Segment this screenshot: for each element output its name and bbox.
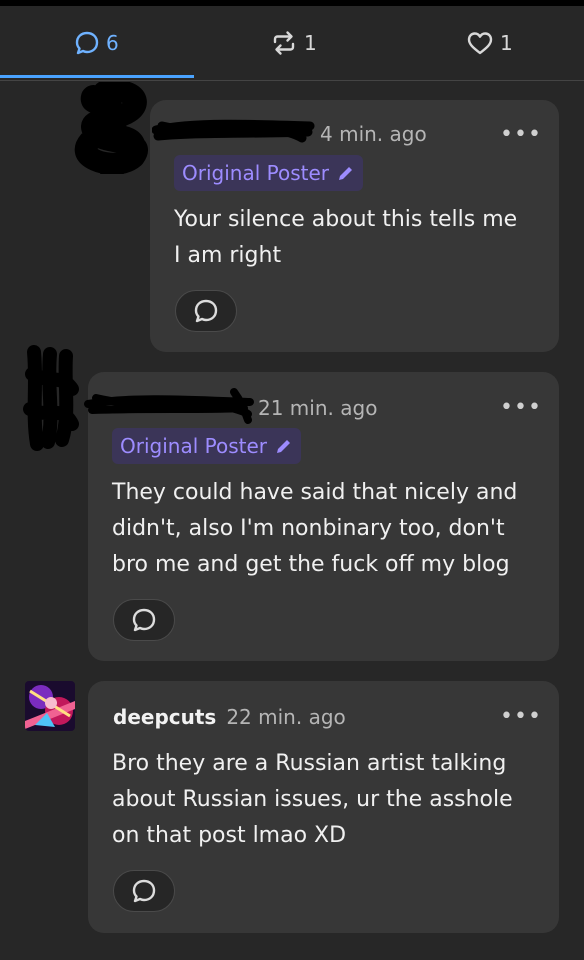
comment-icon xyxy=(75,31,99,55)
comment-line: Bro they are a Russian artist talking xyxy=(112,751,507,776)
comment-body: Bro they are a Russian artist talking ab… xyxy=(112,746,513,854)
reply-icon xyxy=(132,608,156,632)
activity-tabs: 6 1 1 xyxy=(0,6,584,81)
more-options-button[interactable]: ••• xyxy=(500,706,542,728)
reply-button[interactable] xyxy=(175,290,237,332)
reply-button[interactable] xyxy=(113,599,175,641)
comments-count: 6 xyxy=(106,31,119,55)
redacted-username-scribble xyxy=(152,119,315,143)
active-tab-indicator xyxy=(0,75,194,78)
avatar-artwork xyxy=(25,681,75,731)
tab-likes[interactable]: 1 xyxy=(466,6,513,80)
redacted-avatar-scribble xyxy=(74,82,148,174)
likes-count: 1 xyxy=(500,31,513,55)
original-poster-badge: Original Poster xyxy=(112,428,301,464)
pencil-icon xyxy=(339,167,352,180)
reply-icon xyxy=(194,299,218,323)
tab-reblogs[interactable]: 1 xyxy=(270,6,317,80)
more-options-button[interactable]: ••• xyxy=(500,124,542,146)
comment-body: Your silence about this tells me I am ri… xyxy=(174,202,517,274)
comment-line: about Russian issues, ur the asshole xyxy=(112,787,513,812)
comment-line: bro me and get the fuck off my blog xyxy=(112,552,510,577)
original-poster-badge: Original Poster xyxy=(174,155,363,191)
comment-meta: deepcuts 22 min. ago xyxy=(113,705,346,729)
comment-time: 21 min. ago xyxy=(258,396,378,420)
comment-line: Your silence about this tells me xyxy=(174,207,518,232)
comment-meta: 21 min. ago xyxy=(258,396,377,420)
more-options-button[interactable]: ••• xyxy=(500,397,542,419)
pencil-icon xyxy=(277,440,290,453)
redacted-avatar-scribble xyxy=(23,345,79,451)
badge-label: Original Poster xyxy=(120,434,267,458)
comment-line: didn't, also I'm nonbinary too, don't xyxy=(112,516,505,541)
comment-line: on that post lmao XD xyxy=(112,823,347,848)
badge-label: Original Poster xyxy=(182,161,329,185)
reply-icon xyxy=(132,879,156,903)
reblogs-count: 1 xyxy=(304,31,317,55)
avatar[interactable] xyxy=(25,681,75,731)
comment-author[interactable]: deepcuts xyxy=(113,705,216,729)
tab-comments[interactable]: 6 xyxy=(74,6,119,80)
redacted-username-scribble xyxy=(84,388,254,424)
comment-line: They could have said that nicely and xyxy=(112,480,518,505)
comment-time: 22 min. ago xyxy=(226,705,346,729)
heart-icon xyxy=(467,32,493,55)
comment-line: I am right xyxy=(174,243,282,268)
reply-button[interactable] xyxy=(113,870,175,912)
reblog-icon xyxy=(273,31,295,55)
comment-body: They could have said that nicely and did… xyxy=(112,475,517,583)
comment-meta: 4 min. ago xyxy=(320,122,427,146)
comment-time: 4 min. ago xyxy=(320,122,427,146)
